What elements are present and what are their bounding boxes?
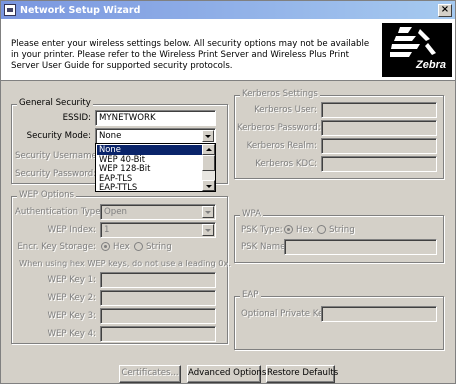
zebra-logo: Zebra bbox=[382, 23, 452, 77]
psk-name-label: PSK Name: bbox=[241, 242, 289, 252]
wep-key-2-label: WEP Key 2: bbox=[47, 293, 96, 303]
security-password-label: Security Password: bbox=[15, 169, 97, 179]
security-mode-select[interactable]: None bbox=[95, 128, 216, 144]
auth-type-select: Open bbox=[100, 204, 216, 220]
eap-group: EAP bbox=[234, 290, 444, 350]
essid-label: ESSID: bbox=[62, 113, 91, 123]
key-storage-string-label: String bbox=[146, 242, 172, 252]
advanced-options-button[interactable]: Advanced Options bbox=[187, 365, 266, 383]
key-storage-hex-label: Hex bbox=[113, 242, 130, 252]
wep-index-label: WEP Index: bbox=[47, 225, 96, 235]
auth-type-label: Authentication Type: bbox=[15, 207, 104, 217]
wep-key-3-label: WEP Key 3: bbox=[47, 311, 96, 321]
logo-brand-text: Zebra bbox=[416, 59, 446, 71]
wep-options-legend: WEP Options bbox=[17, 190, 76, 200]
window-title: Network Setup Wizard bbox=[20, 4, 141, 16]
kerberos-kdc-label: Kerberos KDC: bbox=[255, 159, 317, 169]
chevron-down-icon bbox=[202, 206, 214, 218]
chevron-down-icon bbox=[202, 224, 214, 236]
scroll-up-icon[interactable] bbox=[202, 144, 215, 155]
general-security-legend: General Security bbox=[17, 98, 93, 108]
psk-name-input bbox=[284, 239, 437, 255]
psk-hex-label: Hex bbox=[296, 225, 313, 235]
wep-key-3-input bbox=[100, 308, 216, 324]
security-mode-label: Security Mode: bbox=[26, 131, 91, 141]
scroll-thumb[interactable] bbox=[202, 155, 215, 171]
restore-defaults-button[interactable]: Restore Defaults bbox=[266, 365, 338, 383]
title-bar[interactable]: Network Setup Wizard × bbox=[1, 1, 455, 19]
kerberos-password-label: Kerberos Password: bbox=[237, 123, 321, 133]
app-icon bbox=[4, 4, 16, 16]
private-key-label: Optional Private Key: bbox=[241, 309, 331, 319]
certificates-button: Certificates... bbox=[119, 365, 181, 383]
essid-input[interactable]: MYNETWORK bbox=[95, 110, 216, 126]
psk-string-label: String bbox=[329, 225, 355, 235]
psk-hex-radio bbox=[284, 225, 293, 234]
key-storage-string-radio bbox=[134, 242, 143, 251]
security-mode-dropdown-list[interactable]: None WEP 40-Bit WEP 128-Bit EAP-TLS EAP-… bbox=[95, 143, 216, 192]
eap-legend: EAP bbox=[240, 290, 261, 300]
wep-index-value: 1 bbox=[104, 225, 110, 235]
wep-key-4-label: WEP Key 4: bbox=[47, 329, 96, 339]
wep-key-2-input bbox=[100, 290, 216, 306]
network-setup-wizard-window: Network Setup Wizard × Please enter your… bbox=[0, 0, 456, 384]
kerberos-user-label: Kerberos User: bbox=[254, 105, 317, 115]
wep-index-select: 1 bbox=[100, 222, 216, 238]
key-storage-hex-radio bbox=[101, 242, 110, 251]
key-storage-label: Encr. Key Storage: bbox=[17, 242, 96, 252]
wep-key-4-input bbox=[100, 326, 216, 342]
intro-text: Please enter your wireless settings belo… bbox=[11, 39, 370, 71]
security-mode-value: None bbox=[99, 131, 122, 141]
security-mode-option[interactable]: EAP-TTLS bbox=[97, 182, 203, 193]
psk-string-radio bbox=[317, 225, 326, 234]
wep-key-1-label: WEP Key 1: bbox=[47, 275, 96, 285]
wep-key-1-input bbox=[100, 272, 216, 288]
kerberos-kdc-input bbox=[321, 156, 437, 172]
auth-type-value: Open bbox=[104, 207, 127, 217]
hex-note: When using hex WEP keys, do not use a le… bbox=[19, 258, 231, 268]
wpa-legend: WPA bbox=[240, 209, 264, 219]
kerberos-settings-legend: Kerberos Settings bbox=[240, 89, 320, 99]
kerberos-user-input bbox=[321, 102, 437, 118]
kerberos-password-input bbox=[321, 120, 437, 136]
psk-type-label: PSK Type: bbox=[241, 225, 283, 235]
kerberos-realm-label: Kerberos Realm: bbox=[246, 141, 317, 151]
scroll-down-icon[interactable] bbox=[202, 180, 215, 191]
dropdown-scrollbar[interactable] bbox=[202, 144, 215, 191]
chevron-down-icon[interactable] bbox=[202, 130, 214, 142]
kerberos-realm-input bbox=[321, 138, 437, 154]
close-button[interactable]: × bbox=[438, 3, 452, 17]
security-username-label: Security Username: bbox=[15, 151, 100, 161]
private-key-input bbox=[321, 306, 437, 322]
